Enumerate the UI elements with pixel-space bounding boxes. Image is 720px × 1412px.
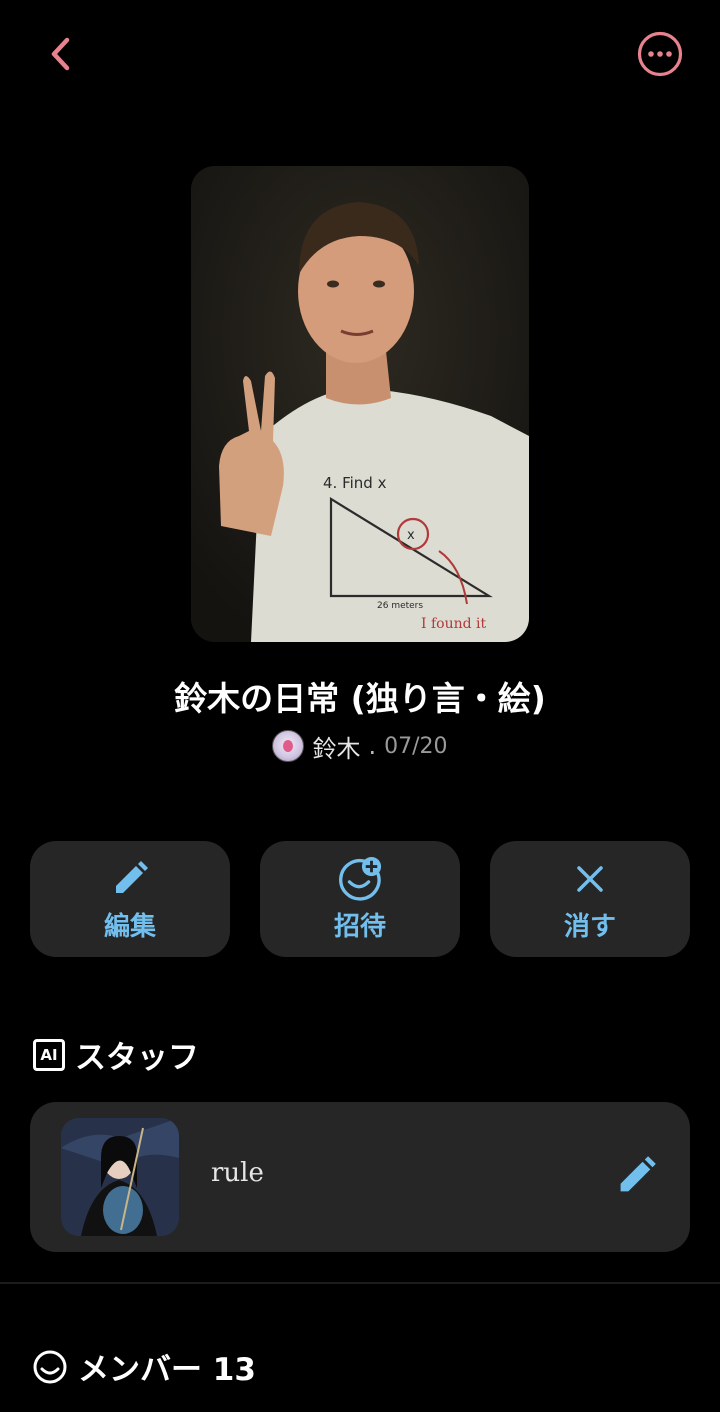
- chevron-left-icon: [51, 37, 70, 71]
- cover-photo: 4. Find x 26 meters x I found it: [191, 166, 529, 642]
- more-horizontal-circle-icon: [637, 31, 683, 77]
- owner-avatar[interactable]: [272, 730, 305, 762]
- ai-icon: AI: [33, 1038, 65, 1071]
- owner-name[interactable]: 鈴木: [312, 729, 360, 764]
- invite-smile-plus-icon: [339, 856, 382, 901]
- staff-heading: スタッフ: [75, 1040, 199, 1076]
- svg-text:26 meters: 26 meters: [377, 601, 423, 611]
- members-heading: メンバー 13: [78, 1352, 256, 1388]
- members-section-header[interactable]: メンバー 13: [32, 1344, 256, 1389]
- close-icon: [577, 865, 603, 892]
- smile-icon: [33, 1350, 67, 1383]
- svg-text:I found it: I found it: [421, 616, 487, 632]
- svg-text:x: x: [407, 528, 415, 543]
- owner-row: 鈴木 . 07/20: [0, 728, 720, 764]
- room-date: 07/20: [384, 733, 448, 759]
- divider: [0, 1282, 720, 1284]
- pencil-icon: [620, 1156, 656, 1192]
- more-options-button[interactable]: [636, 30, 684, 78]
- leave-button[interactable]: 消す: [490, 841, 690, 957]
- staff-section-header: AI スタッフ: [33, 1032, 199, 1077]
- staff-card[interactable]: rule: [30, 1102, 690, 1252]
- edit-button-label: 編集: [103, 911, 156, 942]
- back-button[interactable]: [36, 28, 88, 80]
- edit-button[interactable]: 編集: [30, 841, 230, 957]
- staff-avatar-image: [61, 1118, 179, 1236]
- invite-button-label: 招待: [333, 911, 386, 942]
- invite-button[interactable]: 招待: [260, 841, 460, 957]
- svg-text:4. Find x: 4. Find x: [323, 474, 387, 492]
- owner-separator: .: [368, 732, 377, 760]
- staff-edit-button[interactable]: [614, 1154, 658, 1198]
- leave-button-label: 消す: [563, 911, 616, 942]
- room-title: 鈴木の日常 (独り言・絵): [174, 679, 546, 718]
- pencil-icon: [116, 860, 148, 893]
- staff-avatar[interactable]: [61, 1118, 179, 1236]
- staff-name: rule: [211, 1158, 264, 1188]
- room-cover-image[interactable]: 4. Find x 26 meters x I found it: [191, 166, 529, 642]
